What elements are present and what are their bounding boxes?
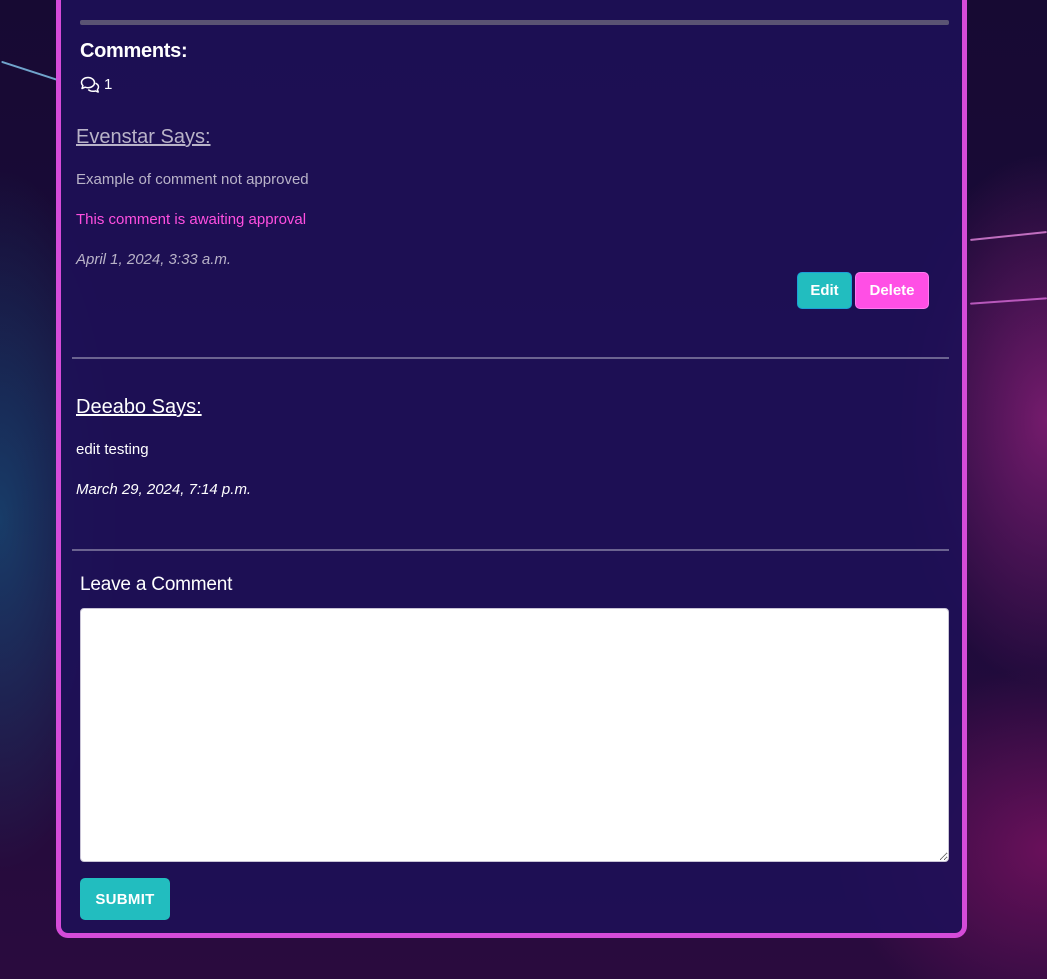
comment-date: March 29, 2024, 7:14 p.m.	[76, 481, 252, 498]
comment-textarea[interactable]	[80, 608, 949, 862]
comment-body: Example of comment not approved	[76, 171, 309, 188]
comment-count: 1	[80, 76, 112, 93]
edit-comment-button[interactable]: Edit	[797, 272, 852, 309]
comment-author: Evenstar Says:	[76, 126, 211, 148]
comment-count-value: 1	[104, 76, 113, 93]
comment-divider	[72, 357, 949, 359]
comment-author: Deeabo Says:	[76, 396, 202, 418]
section-divider-bar	[80, 20, 949, 25]
submit-comment-button[interactable]: SUBMIT	[80, 878, 170, 920]
comment-body: edit testing	[76, 441, 149, 458]
comment-divider	[72, 549, 949, 551]
comment-date: April 1, 2024, 3:33 a.m.	[76, 251, 232, 268]
delete-comment-button[interactable]: Delete	[855, 272, 929, 309]
leave-comment-heading: Leave a Comment	[80, 574, 233, 595]
speech-bubbles-icon	[80, 76, 100, 93]
pending-approval-notice: This comment is awaiting approval	[76, 211, 307, 228]
comments-heading: Comments:	[80, 40, 188, 62]
